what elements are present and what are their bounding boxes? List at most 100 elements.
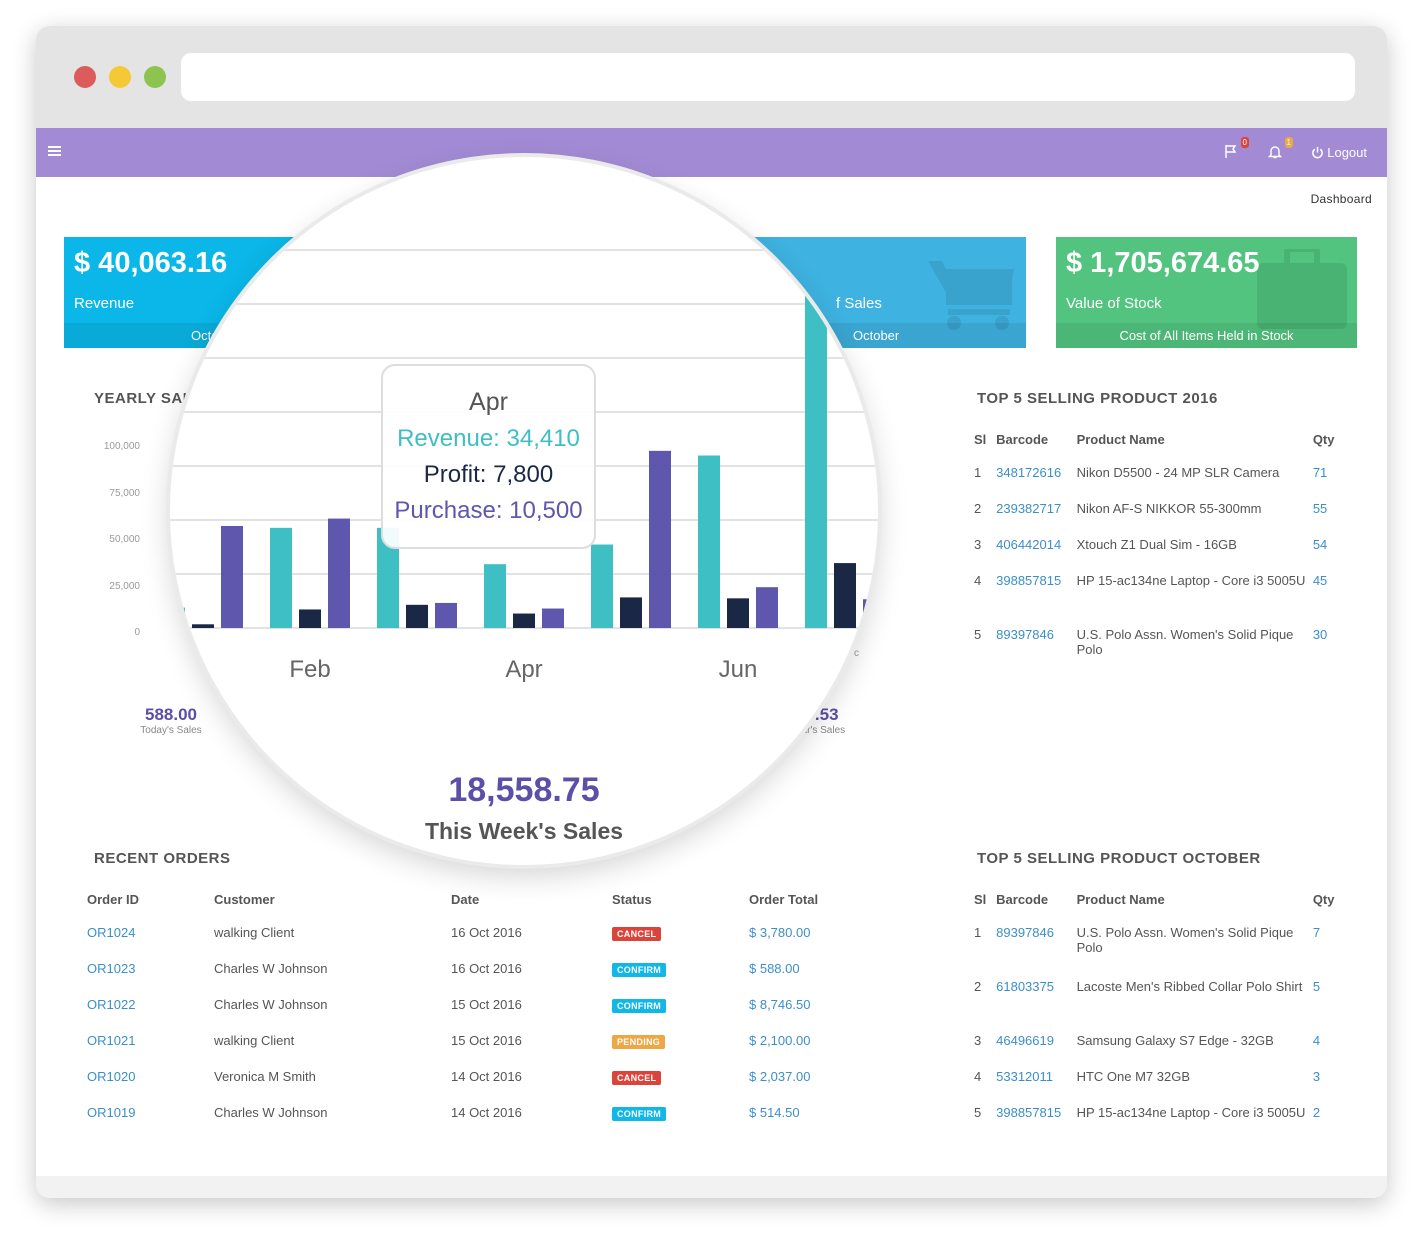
bar-profit-jan[interactable] [192, 624, 214, 628]
stock-value: $ 1,705,674.65 [1066, 247, 1260, 279]
quantity[interactable]: 2 [1313, 1097, 1343, 1151]
barcode-link[interactable]: 89397846 [996, 619, 1076, 673]
column-header[interactable]: Barcode [996, 882, 1076, 917]
order-total: $ 514.50 [749, 1105, 800, 1120]
week-sales-label: This Week's Sales [424, 818, 624, 844]
order-id-link[interactable]: OR1023 [87, 961, 135, 976]
bar-profit-jun[interactable] [727, 598, 749, 628]
order-status-cell: CANCEL [612, 917, 749, 953]
table-row: 4 398857815 HP 15-ac134ne Laptop - Core i3… [968, 565, 1343, 619]
bar-profit-feb[interactable] [299, 609, 321, 628]
order-status-cell: CONFIRM [612, 953, 749, 989]
recent-orders-table: Order ID Customer Date Status Order Total OR1… [87, 882, 867, 1133]
column-header[interactable]: Date [451, 882, 612, 917]
column-header[interactable]: Customer [214, 882, 451, 917]
flag-notification-button[interactable]: 0 [1224, 137, 1249, 162]
y-tick-label: 100,000 [103, 441, 140, 452]
maximize-window-button[interactable] [144, 66, 166, 88]
bar-revenue-jul[interactable] [805, 283, 827, 628]
barcode-link[interactable]: 53312011 [996, 1061, 1076, 1097]
barcode-link[interactable]: 398857815 [996, 565, 1076, 619]
bar-purchase-jan[interactable] [221, 525, 243, 628]
order-date-cell: 14 Oct 2016 [451, 1061, 612, 1097]
table-row[interactable]: OR1022 Charles W Johnson 15 Oct 2016 CONFIR… [87, 989, 867, 1025]
top-2016-title: TOP 5 SELLING PRODUCT 2016 [977, 390, 1218, 407]
row-number: 3 [974, 1033, 982, 1048]
bar-revenue-jan[interactable] [170, 607, 185, 628]
quantity[interactable]: 3 [1313, 1061, 1343, 1097]
barcode-link[interactable]: 406442014 [996, 529, 1076, 565]
order-id-link[interactable]: OR1019 [87, 1105, 135, 1120]
bar-profit-mar[interactable] [406, 604, 428, 628]
column-header[interactable]: Qty [1313, 422, 1343, 457]
barcode-link[interactable]: 61803375 [996, 971, 1076, 1025]
status-badge: CONFIRM [612, 999, 667, 1013]
tooltip-revenue: Revenue: 34,410 [397, 425, 580, 452]
quantity[interactable]: 30 [1313, 619, 1343, 673]
close-window-button[interactable] [74, 66, 96, 88]
barcode-link[interactable]: 89397846 [996, 917, 1076, 971]
breadcrumb[interactable]: Dashboard [1311, 192, 1372, 206]
quantity[interactable]: 45 [1313, 565, 1343, 619]
order-id-link[interactable]: OR1024 [87, 925, 135, 940]
y-tick-label: 25,000 [109, 580, 140, 592]
bar-purchase-apr[interactable] [542, 608, 564, 628]
quantity[interactable]: 7 [1313, 917, 1343, 971]
bar-purchase-jun[interactable] [756, 587, 778, 628]
column-header[interactable]: Product Name [1077, 422, 1313, 457]
order-total-cell: $ 8,746.50 [749, 989, 867, 1025]
hamburger-menu-icon[interactable] [48, 144, 61, 158]
briefcase-icon [1257, 249, 1347, 329]
quantity[interactable]: 71 [1313, 457, 1343, 493]
quantity[interactable]: 54 [1313, 529, 1343, 565]
bar-purchase-mar[interactable] [435, 602, 457, 628]
bar-revenue-apr[interactable] [484, 564, 506, 628]
address-bar[interactable] [181, 53, 1355, 101]
quantity[interactable]: 4 [1313, 1025, 1343, 1061]
column-header[interactable]: Order Total [749, 882, 867, 917]
barcode-link[interactable]: 348172616 [996, 457, 1076, 493]
table-row[interactable]: OR1023 Charles W Johnson 16 Oct 2016 CONFIR… [87, 953, 867, 989]
order-id-link[interactable]: OR1021 [87, 1033, 135, 1048]
bar-profit-jul[interactable] [834, 563, 856, 628]
column-header[interactable]: Order ID [87, 882, 214, 917]
y-tick-label: 50,000 [109, 534, 140, 545]
table-row: 1 89397846 U.S. Polo Assn. Women's Solid P… [968, 917, 1343, 971]
x-tick-label: Apr [505, 656, 542, 683]
column-header[interactable]: Barcode [996, 422, 1076, 457]
column-header[interactable]: Sl [968, 422, 996, 457]
table-row[interactable]: OR1020 Veronica M Smith 14 Oct 2016 CANCEL $… [87, 1061, 867, 1097]
bar-purchase-may[interactable] [649, 450, 671, 628]
barcode-link[interactable]: 46496619 [996, 1025, 1076, 1061]
bar-revenue-jun[interactable] [698, 455, 720, 629]
table-row[interactable]: OR1019 Charles W Johnson 14 Oct 2016 CONFIR… [87, 1097, 867, 1133]
order-date-cell: 16 Oct 2016 [451, 953, 612, 989]
order-total-cell: $ 3,780.00 [749, 917, 867, 953]
bar-purchase-feb[interactable] [328, 518, 350, 628]
bar-profit-apr[interactable] [513, 613, 535, 628]
bell-notification-button[interactable]: 1 [1267, 137, 1293, 162]
bar-revenue-feb[interactable] [270, 527, 292, 628]
table-row[interactable]: OR1021 walking Client 15 Oct 2016 PENDING $ … [87, 1025, 867, 1061]
logout-button[interactable]: Logout [1311, 145, 1367, 160]
tooltip-title: Apr [469, 388, 508, 416]
column-header[interactable]: Product Name [1077, 882, 1313, 917]
order-status-cell: CONFIRM [612, 1097, 749, 1133]
order-id-link[interactable]: OR1022 [87, 997, 135, 1012]
barcode-link[interactable]: 239382717 [996, 493, 1076, 529]
product-name: Nikon D5500 - 24 MP SLR Camera [1076, 465, 1280, 480]
column-header[interactable]: Qty [1313, 882, 1343, 917]
column-header[interactable]: Status [612, 882, 749, 917]
bar-profit-may[interactable] [620, 597, 642, 628]
column-header[interactable]: Sl [968, 882, 996, 917]
minimize-window-button[interactable] [109, 66, 131, 88]
bar-purchase-jul[interactable] [863, 599, 878, 628]
barcode-link[interactable]: 398857815 [996, 1097, 1076, 1151]
bar-revenue-may[interactable] [591, 544, 613, 628]
quantity[interactable]: 5 [1313, 971, 1343, 1025]
order-id-link[interactable]: OR1020 [87, 1069, 135, 1084]
table-row[interactable]: OR1024 walking Client 16 Oct 2016 CANCEL $ 3… [87, 917, 867, 953]
customer-name: Charles W Johnson [214, 997, 328, 1012]
quantity[interactable]: 55 [1313, 493, 1343, 529]
order-date-cell: 16 Oct 2016 [451, 917, 612, 953]
